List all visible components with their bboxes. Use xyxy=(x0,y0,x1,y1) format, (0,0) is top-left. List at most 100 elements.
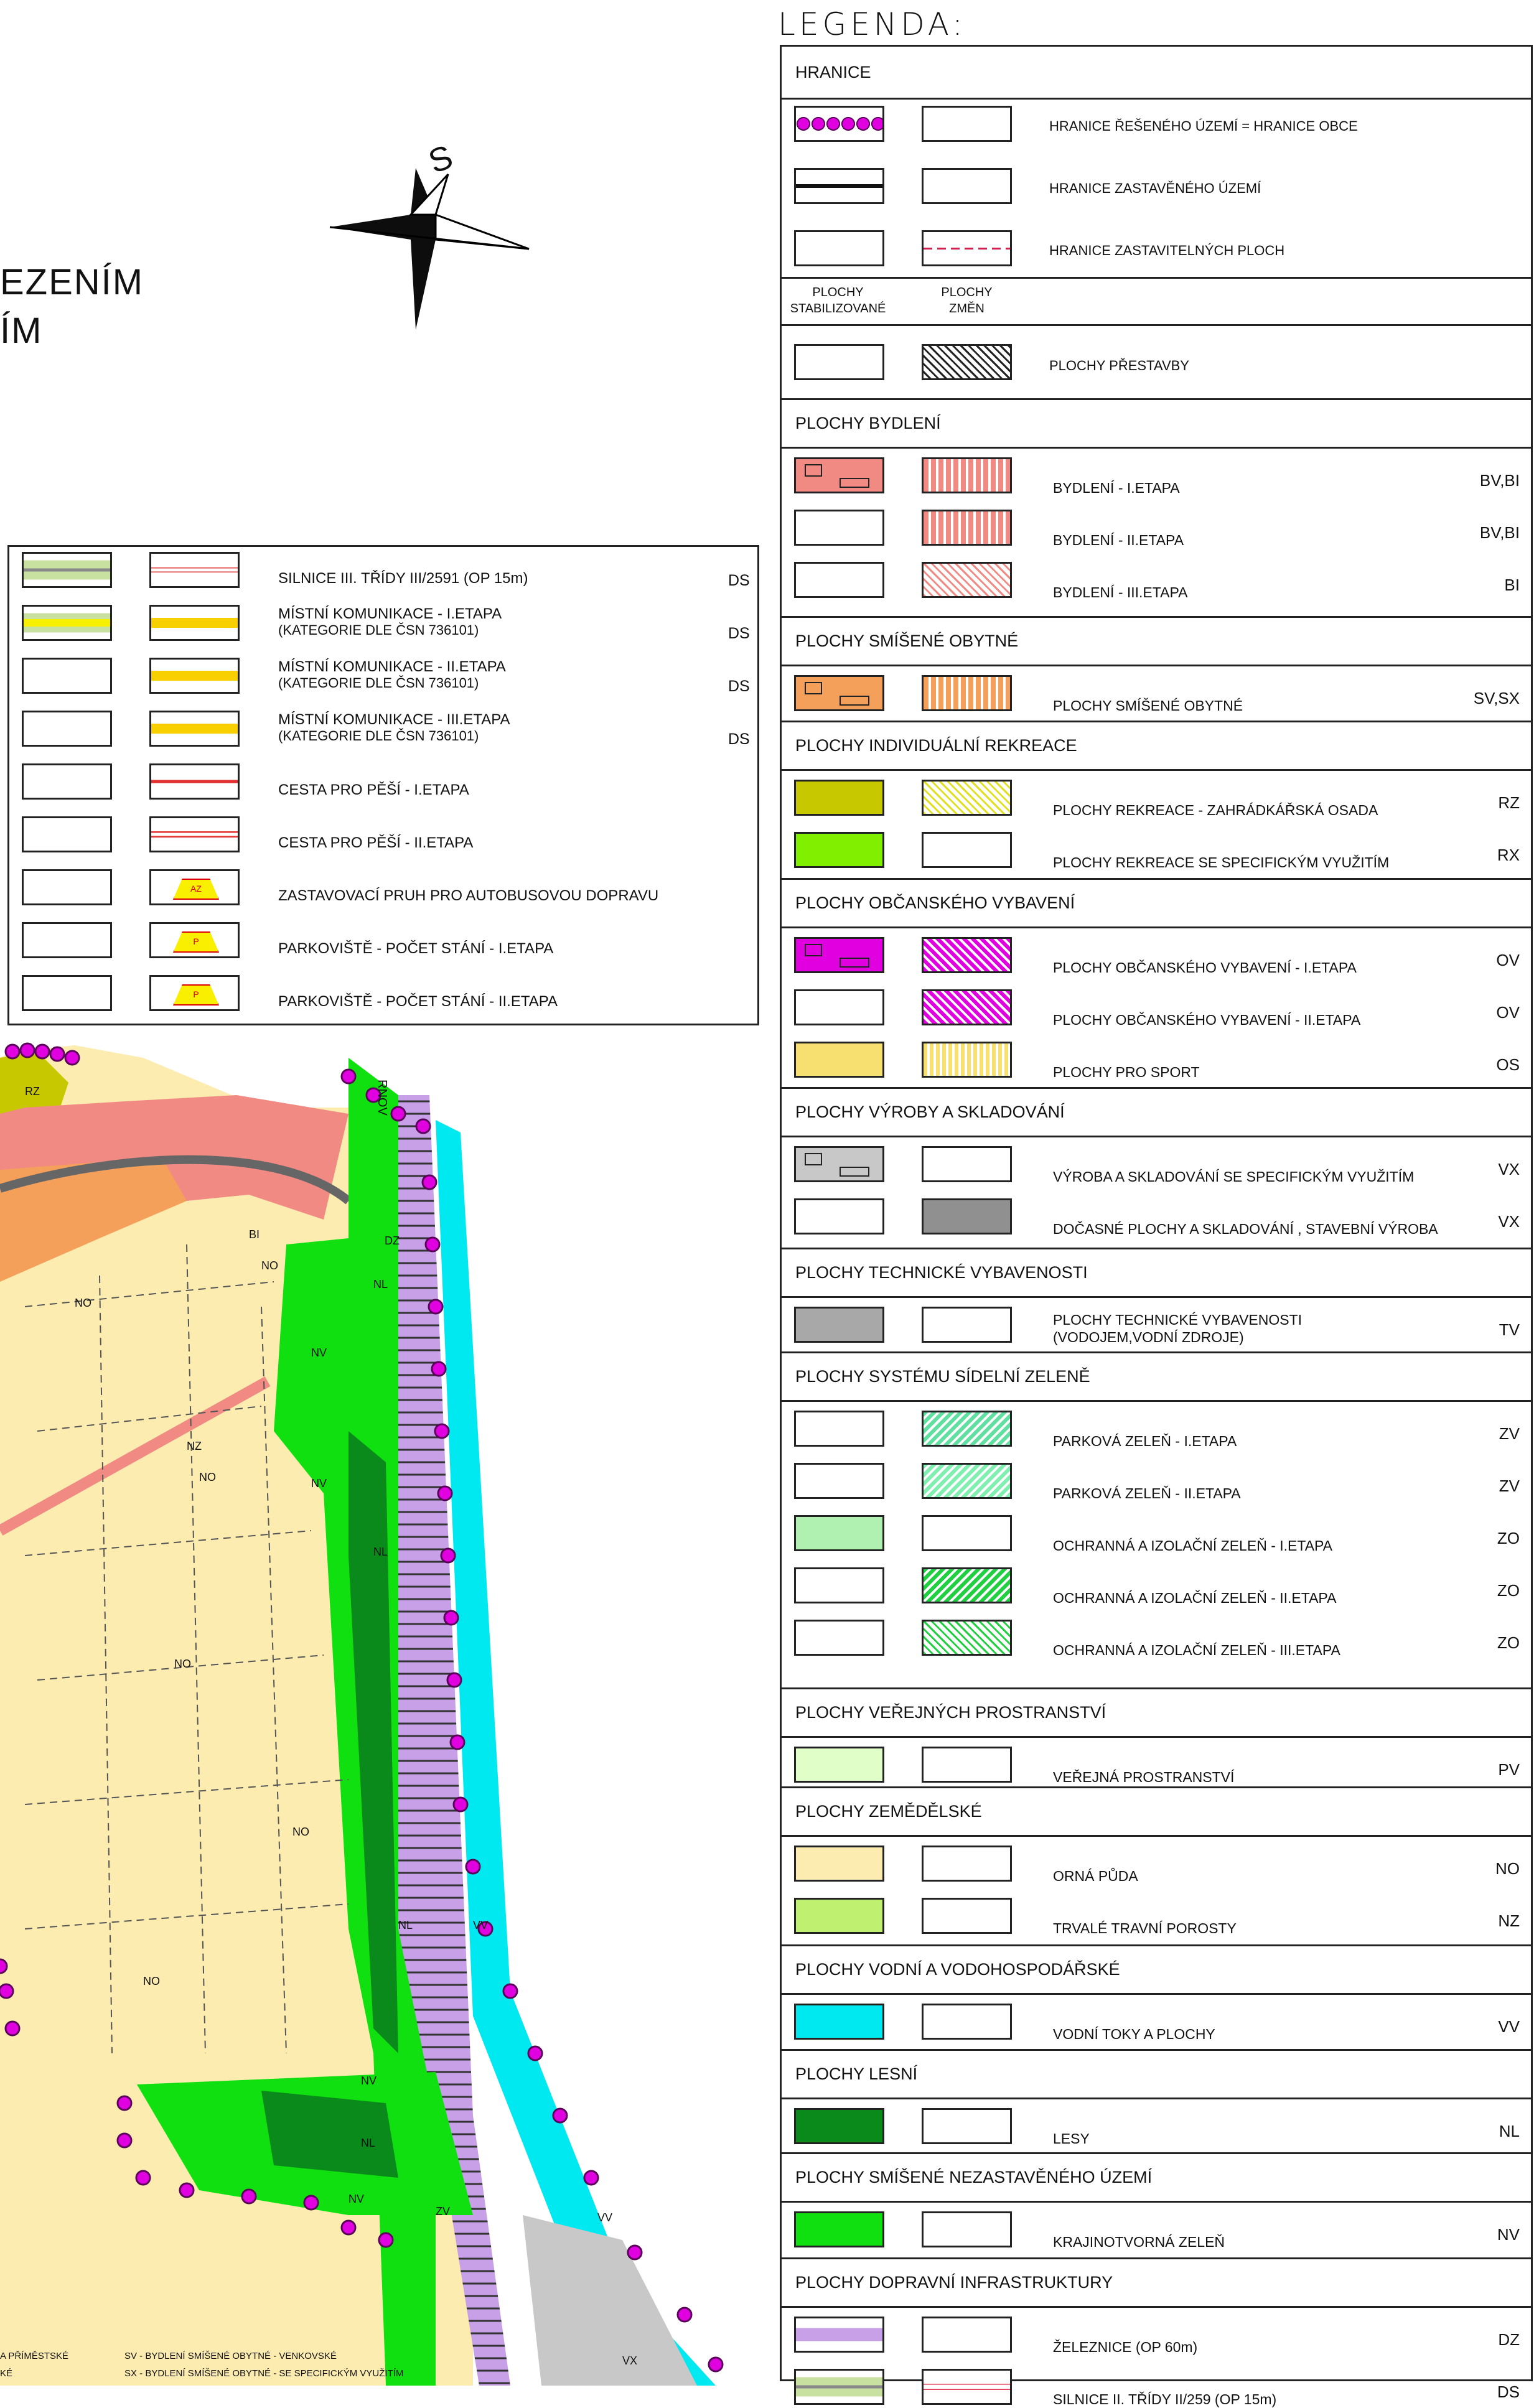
legend-item-label: HRANICE ZASTAVĚNÉHO ÚZEMÍ xyxy=(1049,180,1261,196)
legend-swatch-change xyxy=(922,675,1012,711)
legend-item-label: PLOCHY PRO SPORT xyxy=(1053,1064,1200,1080)
legend-item-label: PLOCHY PŘESTAVBY xyxy=(1049,358,1189,373)
legend-swatch-stabilized xyxy=(794,1146,884,1182)
legend-swatch-stabilized xyxy=(794,1898,884,1934)
legend-item-label: ŽELEZNICE (OP 60m) xyxy=(1053,2339,1198,2355)
legend-item-code: BV,BI xyxy=(1479,471,1520,490)
legend-swatch-stabilized xyxy=(794,989,884,1025)
legend-item-code: ZO xyxy=(1497,1529,1520,1547)
legend-divider xyxy=(782,324,1531,326)
road-swatch-left xyxy=(22,552,112,588)
legend-swatch-change xyxy=(922,1515,1012,1551)
legend-swatch-stabilized xyxy=(794,106,884,142)
parking-badge-icon: AZ xyxy=(173,879,219,900)
legend-swatch-marker xyxy=(840,478,869,488)
legend-section-heading: PLOCHY SMÍŠENÉ OBYTNÉ xyxy=(782,616,1531,665)
legend-item-label: OCHRANNÁ A IZOLAČNÍ ZELEŇ - II.ETAPA xyxy=(1053,1590,1337,1606)
legend-swatch-change xyxy=(922,780,1012,816)
legend-swatch-marker xyxy=(840,958,869,968)
legend-swatch-stabilized xyxy=(794,230,884,266)
legend-swatch-stabilized xyxy=(794,457,884,493)
legend-divider xyxy=(782,1296,1531,1298)
legend-heading-hranice: HRANICE xyxy=(795,62,871,82)
legend-divider xyxy=(782,98,1531,100)
road-legend-code: DS xyxy=(728,678,750,695)
legend-item-label: VÝROBA A SKLADOVÁNÍ SE SPECIFICKÝM VYUŽI… xyxy=(1053,1169,1415,1185)
zoning-map: NO NO NO NO NO NO BI NV NV NV NV NL NL NL NL DZ VV VV NZ RZ… xyxy=(0,168,724,2386)
legend-section-heading: PLOCHY INDIVIDUÁLNÍ REKREACE xyxy=(782,721,1531,769)
legend-section-heading: PLOCHY VEŘEJNÝCH PROSTRANSTVÍ xyxy=(782,1687,1531,1736)
legend-swatch-marker xyxy=(805,464,822,477)
road-swatch-left xyxy=(22,975,112,1011)
legend-item-code: BV,BI xyxy=(1479,523,1520,542)
column-header-change: PLOCHY ZMĚN xyxy=(922,284,1012,317)
road-swatch-left xyxy=(22,763,112,800)
legend-swatch-change xyxy=(922,2004,1012,2040)
legend-item-code: VX xyxy=(1498,1160,1520,1178)
legend-divider xyxy=(782,769,1531,771)
map-area-label: NL xyxy=(361,2137,375,2149)
legend-swatch-stabilized xyxy=(794,780,884,816)
legend-item-label: LESY xyxy=(1053,2130,1090,2147)
legend-swatch-marker xyxy=(805,944,822,956)
road-swatch-right: P xyxy=(149,922,240,958)
legend-title: LEGENDA: xyxy=(778,6,966,42)
legend-panel: HRANICE HRANICE ŘEŠENÉHO ÚZEMÍ = HRANICE … xyxy=(780,45,1533,2407)
legend-swatch-stabilized xyxy=(794,675,884,711)
road-swatch-left xyxy=(22,869,112,905)
legend-section-heading: PLOCHY VÝROBY A SKLADOVÁNÍ xyxy=(782,1087,1531,1136)
legend-section-heading: PLOCHY TECHNICKÉ VYBAVENOSTI xyxy=(782,1248,1531,1296)
legend-section-heading: PLOCHY LESNÍ xyxy=(782,2049,1531,2098)
roads-legend: SILNICE III. TŘÍDY III/2591 (OP 15m) DS MÍ… xyxy=(7,545,759,1025)
legend-swatch-change xyxy=(922,989,1012,1025)
legend-section-heading: PLOCHY BYDLENÍ xyxy=(782,398,1531,447)
legend-item-label: PLOCHY REKREACE - ZAHRÁDKÁŘSKÁ OSADA xyxy=(1053,802,1378,818)
road-legend-code: DS xyxy=(728,730,750,748)
legend-swatch-change xyxy=(922,168,1012,204)
legend-swatch-stabilized xyxy=(794,1515,884,1551)
legend-divider xyxy=(782,1993,1531,1995)
map-area-label: NZ xyxy=(187,1440,202,1452)
map-area-label: NV xyxy=(311,1477,327,1490)
legend-swatch-change xyxy=(922,1898,1012,1934)
legend-item-label: OCHRANNÁ A IZOLAČNÍ ZELEŇ - III.ETAPA xyxy=(1053,1642,1340,1658)
map-area-label: NL xyxy=(373,1278,388,1290)
legend-divider xyxy=(782,1835,1531,1837)
legend-item-label: OCHRANNÁ A IZOLAČNÍ ZELEŇ - I.ETAPA xyxy=(1053,1538,1333,1554)
legend-item-code: TV xyxy=(1499,1320,1520,1339)
legend-item-code: DZ xyxy=(1498,2330,1520,2349)
road-swatch-right xyxy=(149,763,240,800)
legend-divider xyxy=(782,1400,1531,1402)
legend-swatch-stabilized xyxy=(794,937,884,973)
title-fragment-line1: EZENÍM xyxy=(0,262,144,302)
legend-swatch-change xyxy=(922,1146,1012,1182)
legend-item-label: BYDLENÍ - III.ETAPA xyxy=(1053,584,1188,600)
legend-item-code: ZO xyxy=(1497,1581,1520,1600)
legend-item-label: VODNÍ TOKY A PLOCHY xyxy=(1053,2026,1215,2042)
road-swatch-right xyxy=(149,552,240,588)
map-area-label: ZV xyxy=(436,2205,450,2218)
legend-swatch-change xyxy=(922,2211,1012,2247)
road-swatch-left xyxy=(22,816,112,852)
legend-swatch-stabilized xyxy=(794,2317,884,2353)
legend-swatch-change xyxy=(922,1620,1012,1656)
map-area-label: VV xyxy=(473,1919,488,1931)
footer-note-4: SX - BYDLENÍ SMÍŠENÉ OBYTNÉ - SE SPECIFI… xyxy=(124,2368,404,2379)
legend-item-code: NV xyxy=(1497,2225,1520,2244)
legend-divider xyxy=(782,2098,1531,2099)
road-legend-label: PARKOVIŠTĚ - POČET STÁNÍ - I.ETAPA xyxy=(278,940,554,957)
legend-section-heading: PLOCHY OBČANSKÉHO VYBAVENÍ xyxy=(782,878,1531,926)
legend-item-label: PLOCHY OBČANSKÉHO VYBAVENÍ - II.ETAPA xyxy=(1053,1012,1361,1028)
legend-swatch-change xyxy=(922,1747,1012,1783)
legend-swatch-change xyxy=(922,1411,1012,1447)
title-fragment-line2: ÍM xyxy=(0,310,43,351)
parking-badge-icon: P xyxy=(173,984,219,1006)
legend-item-code: NL xyxy=(1499,2122,1520,2140)
column-header-change-line2: ZMĚN xyxy=(949,302,985,315)
legend-divider xyxy=(782,1736,1531,1738)
column-header-change-line1: PLOCHY xyxy=(941,286,993,299)
road-legend-label: CESTA PRO PĚŠÍ - I.ETAPA xyxy=(278,782,469,798)
legend-swatch-stabilized xyxy=(794,1846,884,1882)
road-swatch-left xyxy=(22,658,112,694)
legend-divider xyxy=(782,926,1531,928)
